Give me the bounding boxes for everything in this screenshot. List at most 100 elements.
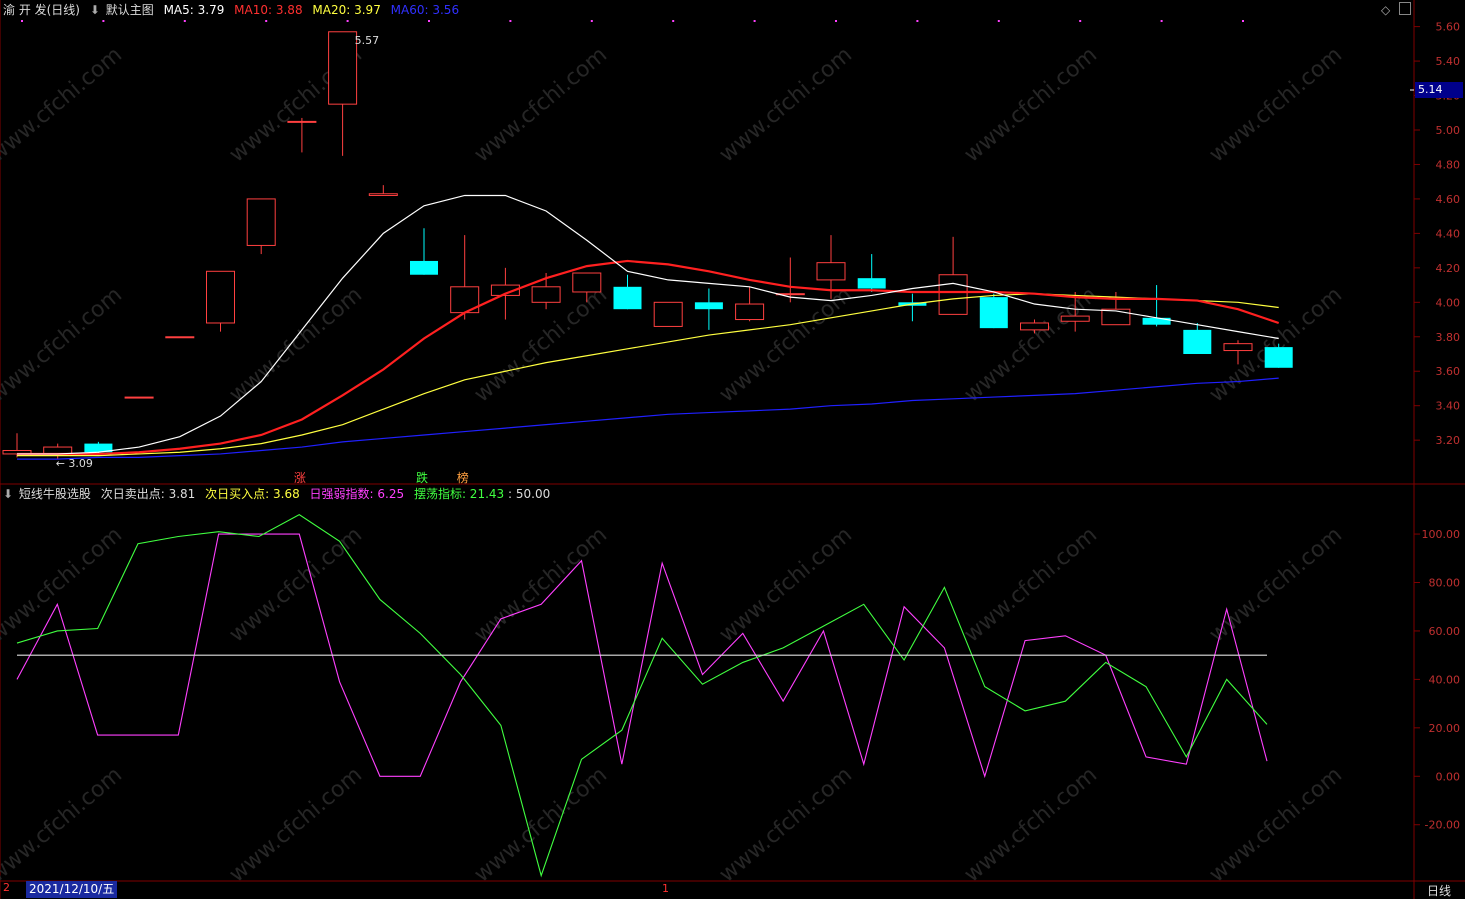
watermark-text: www.cfchi.com <box>960 42 1102 167</box>
signal-dot <box>1079 20 1082 22</box>
low-price-label: ← 3.09 <box>56 457 93 470</box>
price-tick-label: 4.20 <box>1436 262 1461 275</box>
watermark-text: www.cfchi.com <box>715 762 857 887</box>
candle-body-up <box>938 274 968 315</box>
indicator-title[interactable]: 短线牛股选股 <box>19 487 91 501</box>
price-tick-label: 4.80 <box>1436 158 1461 171</box>
price-tick-label: 3.80 <box>1436 331 1461 344</box>
candle-body-down <box>694 302 723 310</box>
ma5-label: MA5: 3.79 <box>163 3 225 17</box>
buy-point-label: 次日买入点: 3.68 <box>205 487 300 501</box>
signal-dot <box>916 20 919 22</box>
signal-dot <box>509 20 512 22</box>
price-tick-label: 5.60 <box>1436 21 1461 34</box>
candle-body-up <box>735 303 765 321</box>
signal-dot <box>346 20 349 22</box>
ma10-label: MA10: 3.88 <box>234 3 303 17</box>
ma20-label: MA20: 3.97 <box>312 3 381 17</box>
signal-dot <box>102 20 105 22</box>
signal-dot <box>753 20 756 22</box>
indicator-tick-label: 0.00 <box>1436 770 1461 783</box>
candle-body-down <box>1142 317 1171 325</box>
indicator-tick-label: -20.00 <box>1425 819 1460 832</box>
candle-body-up <box>1223 343 1253 352</box>
price-tick-label: 4.00 <box>1436 296 1461 309</box>
indicator-menu-icon[interactable]: ⬇ <box>3 487 13 501</box>
current-price-tag: 5.14 <box>1415 82 1463 98</box>
ma60-label: MA60: 3.56 <box>390 3 460 17</box>
signal-dot <box>21 20 23 22</box>
signal-marker: 榜 <box>457 470 469 485</box>
swing-indicator-line <box>16 514 1268 878</box>
price-tick-label: 4.40 <box>1436 227 1461 240</box>
diamond-icon[interactable]: ◇ <box>1381 3 1390 17</box>
watermark-text: www.cfchi.com <box>715 282 857 407</box>
signal-dot <box>265 20 268 22</box>
signal-marker: 跌 <box>416 470 428 485</box>
stock-title[interactable]: 渝 开 发(日线) <box>3 3 80 17</box>
ma5-line <box>17 194 1279 455</box>
chart-canvas[interactable]: www.cfchi.com www.cfchi.com www.cfchi.com w… <box>0 0 1465 899</box>
watermark-text: www.cfchi.com <box>715 42 857 167</box>
candle-body-down <box>1183 329 1212 354</box>
candle-body-up <box>246 198 276 246</box>
candle-body-down <box>1264 347 1293 368</box>
indicator-tick-label: 20.00 <box>1429 722 1461 735</box>
price-tick-label: 5.40 <box>1436 55 1461 68</box>
period-label[interactable]: 日线 <box>1427 882 1451 899</box>
signal-dot <box>590 20 593 22</box>
main-chart-label[interactable]: 默认主图 <box>106 3 154 17</box>
watermark-text: www.cfchi.com <box>225 522 367 647</box>
watermark-text: www.cfchi.com <box>1205 522 1347 647</box>
signal-dot <box>835 20 837 22</box>
cursor-date: 2021/12/10/五 <box>26 881 118 898</box>
candle-body-up <box>572 272 602 293</box>
time-axis-tick: 1 <box>662 882 669 895</box>
candle-body-down <box>613 286 642 310</box>
signal-dot <box>428 20 430 22</box>
indicator-tick-label: 40.00 <box>1429 673 1461 686</box>
ma60-line <box>17 377 1279 460</box>
watermark-text: www.cfchi.com <box>0 522 127 647</box>
watermark-text: www.cfchi.com <box>960 522 1102 647</box>
watermark-text: www.cfchi.com <box>0 42 127 167</box>
signal-marker: 涨 <box>294 470 306 485</box>
main-chart-menu-icon[interactable]: ⬇ <box>90 3 100 17</box>
indicator-tick-label: 100.00 <box>1422 528 1461 541</box>
candle-body-down <box>979 297 1008 329</box>
date-prefix: 2 <box>3 881 10 894</box>
signal-dot <box>997 20 1000 22</box>
main-chart-header: 渝 开 发(日线) ⬇ 默认主图 MA5: 3.79 MA10: 3.88 MA… <box>3 1 465 19</box>
swing-indicator-label: 摆荡指标: 21.43 <box>413 487 505 501</box>
signal-dot <box>183 20 186 22</box>
watermark-text: www.cfchi.com <box>225 282 367 407</box>
candle-body-up <box>165 336 195 339</box>
candle-body-up <box>368 193 398 196</box>
watermark-text: www.cfchi.com <box>715 522 857 647</box>
candle-body-up <box>653 301 683 327</box>
reference-line-label: : 50.00 <box>508 487 551 501</box>
signal-dot <box>1242 20 1244 22</box>
watermark-text: www.cfchi.com <box>470 522 612 647</box>
candle-body-up <box>328 31 358 105</box>
candle-body-up <box>531 286 561 303</box>
candle-body-up <box>124 396 154 399</box>
high-price-label: 5.57 <box>355 34 380 47</box>
candle-body-up <box>1060 315 1090 322</box>
price-tick-label: 3.60 <box>1436 365 1461 378</box>
watermark-text: www.cfchi.com <box>960 762 1102 887</box>
watermark-text: www.cfchi.com <box>1205 762 1347 887</box>
watermark-text: www.cfchi.com <box>470 762 612 887</box>
signal-dot <box>672 20 675 22</box>
indicator-tick-label: 60.00 <box>1429 625 1461 638</box>
candle-body-up <box>816 262 846 281</box>
window-toggle-icon[interactable] <box>1399 2 1411 15</box>
price-tick-label: 5.00 <box>1436 124 1461 137</box>
strength-index-label: 日强弱指数: 6.25 <box>309 487 405 501</box>
indicator-header: ⬇ 短线牛股选股 次日卖出点: 3.81 次日买入点: 3.68 日强弱指数: … <box>3 485 556 503</box>
candle-body-up <box>287 120 317 123</box>
candle-body-down <box>857 278 886 289</box>
price-tick-label: 3.20 <box>1436 434 1461 447</box>
watermark-text: www.cfchi.com <box>1205 42 1347 167</box>
sell-point-label: 次日卖出点: 3.81 <box>100 487 196 501</box>
